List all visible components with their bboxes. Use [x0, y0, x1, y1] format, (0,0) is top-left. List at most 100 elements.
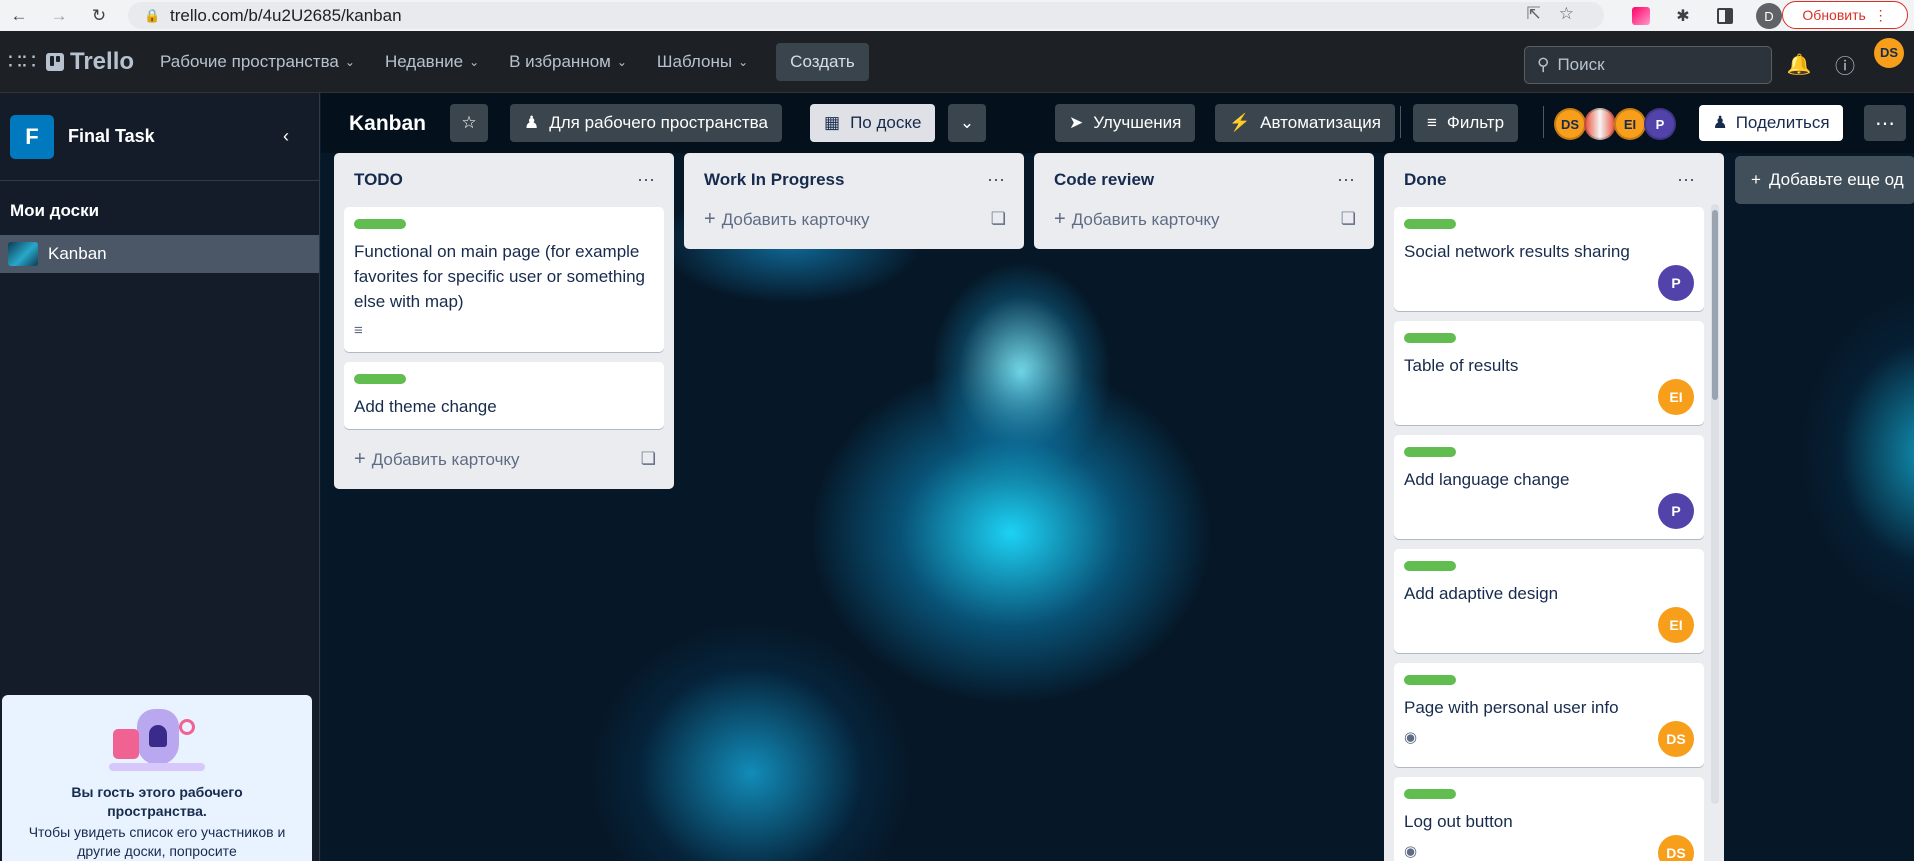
list-menu-icon[interactable]: ⋯ [987, 170, 1006, 191]
list-scrollbar-thumb[interactable] [1712, 210, 1718, 400]
card-label [1404, 789, 1456, 799]
star-board-button[interactable]: ☆ [450, 104, 488, 142]
star-icon: ☆ [461, 113, 477, 132]
add-list-label: Добавьте еще од [1768, 170, 1904, 189]
help-icon[interactable]: ⓘ [1830, 49, 1860, 79]
member-avatar[interactable]: EI [1614, 108, 1646, 140]
add-card-label: Добавить карточку [371, 449, 520, 469]
visibility-button[interactable]: ♟ Для рабочего пространства [510, 104, 782, 142]
card-title: Table of results [1404, 356, 1519, 375]
menu-templates[interactable]: Шаблоны ⌄ [645, 43, 760, 81]
sidepanel-icon[interactable] [1714, 5, 1736, 27]
board-thumbnail [8, 242, 38, 266]
card[interactable]: Functional on main page (for example fav… [344, 207, 664, 352]
list-title[interactable]: Done [1404, 170, 1447, 190]
list-menu-icon[interactable]: ⋯ [637, 170, 656, 191]
notifications-icon[interactable]: 🔔 [1784, 49, 1814, 79]
list-menu-icon[interactable]: ⋯ [1337, 170, 1356, 191]
card[interactable]: Add language change P [1394, 435, 1704, 539]
list-title[interactable]: TODO [354, 170, 403, 190]
create-button[interactable]: Создать [776, 42, 869, 81]
list-todo: TODO ⋯ Functional on main page (for exam… [334, 153, 674, 489]
card-template-icon[interactable]: ❏ [1341, 209, 1356, 229]
card[interactable]: Add adaptive design EI [1394, 549, 1704, 653]
app-header: ∷∷ Trello Рабочие пространства ⌄ Недавние… [0, 31, 1914, 93]
workspace-logo[interactable]: F [10, 114, 54, 159]
bookmark-star-icon[interactable]: ☆ [1559, 4, 1574, 24]
board-menu-button[interactable]: ⋯ [1864, 105, 1906, 141]
list-title[interactable]: Work In Progress [704, 170, 844, 190]
logo-text: Trello [70, 47, 135, 75]
back-icon[interactable]: ← [8, 5, 30, 27]
card-title: Functional on main page (for example fav… [354, 242, 646, 311]
add-card-label: Добавить карточку [721, 209, 870, 229]
member-avatar-photo[interactable] [1584, 108, 1616, 140]
list-menu-icon[interactable]: ⋯ [1677, 170, 1696, 191]
app-switcher-icon[interactable]: ∷∷ [2, 42, 42, 82]
card-member-avatar[interactable]: EI [1658, 607, 1694, 643]
add-person-icon: ♟ [1712, 113, 1728, 132]
menu-starred[interactable]: В избранном ⌄ [497, 43, 639, 81]
sidebar-item-kanban[interactable]: Kanban [0, 235, 319, 273]
card-member-avatar[interactable]: DS [1658, 721, 1694, 757]
member-avatar[interactable]: DS [1554, 108, 1586, 140]
filter-icon: ≡ [1427, 113, 1437, 132]
member-avatar[interactable]: P [1644, 108, 1676, 140]
card-member-avatar[interactable]: P [1658, 265, 1694, 301]
menu-recent[interactable]: Недавние ⌄ [373, 43, 491, 81]
share-button[interactable]: ♟ Поделиться [1699, 105, 1843, 141]
add-list-button[interactable]: + Добавьте еще од [1735, 156, 1914, 204]
list-code-review: Code review ⋯ + Добавить карточку ❏ [1034, 153, 1374, 249]
menu-label: В избранном [509, 51, 611, 71]
filter-button[interactable]: ≡ Фильтр [1413, 104, 1519, 142]
plus-icon: + [704, 207, 716, 230]
add-card-button[interactable]: + Добавить карточку ❏ [1044, 199, 1364, 239]
card-member-avatar[interactable]: EI [1658, 379, 1694, 415]
list-done: Done ⋯ Social network results sharing P … [1384, 153, 1724, 861]
card[interactable]: Page with personal user info ◉ DS [1394, 663, 1704, 767]
view-label: По доске [850, 113, 922, 132]
list-title[interactable]: Code review [1054, 170, 1154, 190]
collapse-sidebar-icon[interactable]: ‹ [283, 126, 289, 147]
share-page-icon[interactable]: ⇱ [1527, 4, 1541, 24]
card-template-icon[interactable]: ❏ [641, 449, 656, 469]
chevron-down-icon: ⌄ [738, 54, 749, 69]
card-title: Social network results sharing [1404, 242, 1630, 261]
card-member-avatar[interactable]: P [1658, 493, 1694, 529]
card[interactable]: Add theme change [344, 362, 664, 429]
card-template-icon[interactable]: ❏ [991, 209, 1006, 229]
user-avatar[interactable]: DS [1874, 37, 1904, 68]
menu-workspaces[interactable]: Рабочие пространства ⌄ [148, 43, 367, 81]
card-member-avatar[interactable]: DS [1658, 835, 1694, 861]
add-card-button[interactable]: + Добавить карточку ❏ [694, 199, 1014, 239]
card[interactable]: Social network results sharing P [1394, 207, 1704, 311]
search-icon: ⚲ [1537, 55, 1550, 74]
lock-shield-illustration [109, 709, 205, 771]
card-label [354, 374, 406, 384]
card-label [1404, 561, 1456, 571]
powerups-button[interactable]: ➤ Улучшения [1055, 104, 1196, 142]
update-button[interactable]: Обновить ⋮ [1782, 1, 1908, 29]
view-dropdown-button[interactable]: ⌄ [948, 104, 986, 142]
guest-notice: Вы гость этого рабочего пространства. Чт… [2, 695, 312, 861]
powerups-label: Улучшения [1093, 113, 1182, 132]
add-card-button[interactable]: + Добавить карточку ❏ [344, 439, 664, 479]
profile-avatar[interactable]: D [1756, 3, 1782, 29]
view-switcher-button[interactable]: ▦ По доске [810, 104, 936, 142]
reload-icon[interactable]: ↻ [88, 5, 110, 27]
workspace-header: F Final Task ‹ [0, 93, 319, 181]
people-icon: ♟ [524, 113, 540, 132]
puzzle-icon[interactable]: ✱ [1672, 5, 1694, 27]
forward-icon[interactable]: → [48, 5, 70, 27]
share-label: Поделиться [1735, 113, 1830, 132]
trello-logo[interactable]: Trello [46, 48, 134, 76]
search-input[interactable]: ⚲ Поиск [1524, 46, 1772, 84]
card[interactable]: Log out button ◉ DS [1394, 777, 1704, 861]
rocket-icon: ➤ [1069, 113, 1084, 132]
extension-icon[interactable] [1630, 5, 1652, 27]
card[interactable]: Table of results EI [1394, 321, 1704, 425]
address-bar[interactable]: 🔒 trello.com/b/4u2U2685/kanban [128, 2, 1604, 29]
automation-button[interactable]: ⚡ Автоматизация [1215, 104, 1395, 142]
workspace-name[interactable]: Final Task [68, 126, 283, 147]
board-title[interactable]: Kanban [349, 112, 426, 136]
